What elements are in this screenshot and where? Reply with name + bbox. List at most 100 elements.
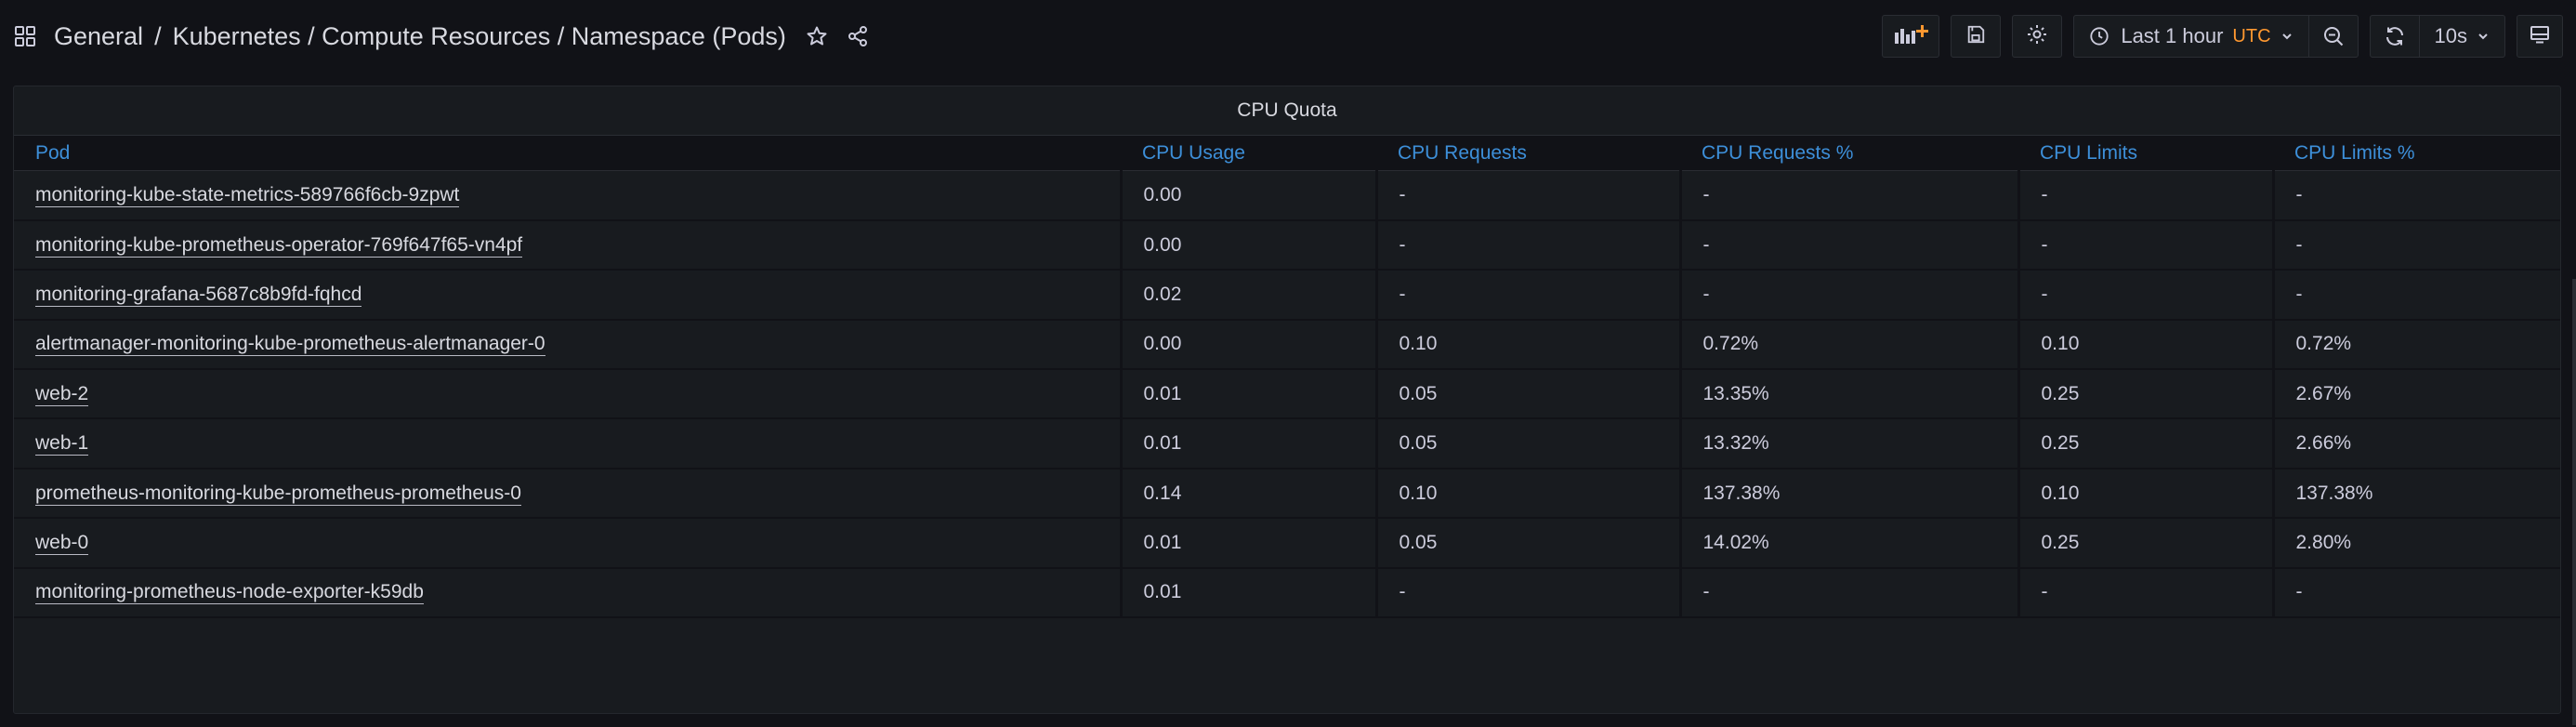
pod-cell: monitoring-grafana-5687c8b9fd-fqhcd — [14, 270, 1121, 321]
scrollbar[interactable] — [2572, 279, 2576, 725]
value-cell: - — [2271, 219, 2560, 271]
value-cell: - — [1374, 219, 1680, 271]
star-icon[interactable] — [801, 20, 833, 52]
column-header-cpu-limits[interactable]: CPU Limits — [2018, 135, 2273, 171]
value-cell: 0.25 — [2017, 369, 2273, 420]
time-range-label: Last 1 hour — [2121, 24, 2224, 47]
chevron-down-icon — [2280, 30, 2293, 43]
value-cell: 2.66% — [2271, 418, 2560, 469]
refresh-button[interactable] — [2371, 16, 2419, 57]
value-cell: - — [2017, 270, 2273, 321]
save-dashboard-button[interactable] — [1951, 15, 2002, 58]
table-row: monitoring-prometheus-node-exporter-k59d… — [14, 567, 2560, 619]
value-cell: 0.02 — [1119, 270, 1376, 321]
dashboard-settings-button[interactable] — [2012, 15, 2063, 58]
pod-link[interactable]: monitoring-kube-prometheus-operator-769f… — [35, 233, 523, 258]
zoom-out-icon — [2322, 25, 2345, 47]
refresh-interval-picker[interactable]: 10s — [2418, 16, 2504, 57]
table-row: prometheus-monitoring-kube-prometheus-pr… — [14, 468, 2560, 520]
value-cell: 2.80% — [2271, 518, 2560, 569]
table-row: web-2 0.01 0.05 13.35% 0.25 2.67% — [14, 369, 2560, 420]
tv-mode-icon — [2529, 23, 2551, 50]
value-cell: 137.38% — [1678, 468, 2018, 520]
pod-link[interactable]: prometheus-monitoring-kube-prometheus-pr… — [35, 482, 521, 506]
value-cell: - — [1678, 270, 2018, 321]
value-cell: 0.10 — [1374, 468, 1680, 520]
value-cell: 0.72% — [1678, 319, 2018, 371]
zoom-out-button[interactable] — [2307, 16, 2358, 57]
value-cell: - — [2017, 567, 2273, 619]
value-cell: 0.10 — [2017, 319, 2273, 371]
pod-cell: alertmanager-monitoring-kube-prometheus-… — [14, 319, 1121, 371]
value-cell: 0.72% — [2271, 319, 2560, 371]
table-row: web-0 0.01 0.05 14.02% 0.25 2.80% — [14, 518, 2560, 569]
column-header-cpu-requests[interactable]: CPU Requests % — [1680, 135, 2018, 171]
column-header-cpu-requests[interactable]: CPU Requests — [1376, 135, 1680, 171]
pod-link[interactable]: monitoring-grafana-5687c8b9fd-fqhcd — [35, 283, 362, 307]
pod-link[interactable]: web-2 — [35, 382, 89, 406]
pod-cell: monitoring-kube-state-metrics-589766f6cb… — [14, 170, 1121, 221]
pod-link[interactable]: monitoring-kube-state-metrics-589766f6cb… — [35, 183, 460, 207]
value-cell: 0.01 — [1119, 567, 1376, 619]
value-cell: 0.01 — [1119, 518, 1376, 569]
table-row: monitoring-grafana-5687c8b9fd-fqhcd 0.02-… — [14, 270, 2560, 321]
panel-title[interactable]: CPU Quota — [14, 86, 2560, 135]
value-cell: 14.02% — [1678, 518, 2018, 569]
time-range-picker[interactable]: Last 1 hour UTC — [2074, 16, 2307, 57]
table-row: alertmanager-monitoring-kube-prometheus-… — [14, 319, 2560, 371]
value-cell: 0.05 — [1374, 518, 1680, 569]
pod-link[interactable]: web-1 — [35, 432, 89, 456]
table-row: monitoring-kube-prometheus-operator-769f… — [14, 219, 2560, 271]
dashboard-navbar: General / Kubernetes / Compute Resources… — [0, 0, 2576, 73]
pod-cell: monitoring-prometheus-node-exporter-k59d… — [14, 567, 1121, 619]
value-cell: - — [2271, 567, 2560, 619]
value-cell: 0.10 — [2017, 468, 2273, 520]
value-cell: - — [1374, 567, 1680, 619]
pod-cell: web-0 — [14, 518, 1121, 569]
table-header-row: Pod CPU Usage CPU Requests CPU Requests % CP… — [14, 135, 2560, 171]
time-controls: Last 1 hour UTC — [2073, 15, 2359, 58]
pod-cell: web-1 — [14, 418, 1121, 469]
value-cell: 0.14 — [1119, 468, 1376, 520]
value-cell: - — [2271, 270, 2560, 321]
navbar-right: Last 1 hour UTC 10s — [1871, 0, 2563, 73]
value-cell: - — [1678, 170, 2018, 221]
column-header-cpu-usage[interactable]: CPU Usage — [1121, 135, 1376, 171]
pod-link[interactable]: monitoring-prometheus-node-exporter-k59d… — [35, 581, 424, 605]
value-cell: 0.00 — [1119, 219, 1376, 271]
pod-link[interactable]: web-0 — [35, 531, 89, 555]
column-header-cpu-limits[interactable]: CPU Limits % — [2273, 135, 2560, 171]
share-icon[interactable] — [842, 20, 874, 52]
value-cell: 0.25 — [2017, 418, 2273, 469]
value-cell: 0.00 — [1119, 319, 1376, 371]
dashboard-title[interactable]: Kubernetes / Compute Resources / Namespa… — [173, 22, 786, 51]
value-cell: - — [1374, 170, 1680, 221]
value-cell: 0.25 — [2017, 518, 2273, 569]
clock-icon — [2089, 26, 2109, 46]
pod-link[interactable]: alertmanager-monitoring-kube-prometheus-… — [35, 333, 545, 357]
column-header-pod[interactable]: Pod — [14, 135, 1121, 171]
value-cell: 2.67% — [2271, 369, 2560, 420]
breadcrumb-folder[interactable]: General — [54, 22, 143, 51]
value-cell: 137.38% — [2271, 468, 2560, 520]
gear-icon — [2026, 23, 2048, 50]
value-cell: 0.01 — [1119, 418, 1376, 469]
apps-icon[interactable] — [13, 24, 37, 48]
cpu-quota-table: Pod CPU Usage CPU Requests CPU Requests % CP… — [14, 135, 2560, 619]
breadcrumb: General / Kubernetes / Compute Resources… — [54, 22, 786, 51]
table-body: monitoring-kube-state-metrics-589766f6cb… — [14, 170, 2560, 619]
value-cell: - — [1678, 219, 2018, 271]
value-cell: 0.10 — [1374, 319, 1680, 371]
value-cell: 0.05 — [1374, 418, 1680, 469]
value-cell: 0.01 — [1119, 369, 1376, 420]
add-panel-button[interactable] — [1882, 15, 1940, 58]
value-cell: - — [1374, 270, 1680, 321]
refresh-interval-label: 10s — [2434, 24, 2467, 47]
value-cell: - — [1678, 567, 2018, 619]
value-cell: - — [2271, 170, 2560, 221]
pod-cell: prometheus-monitoring-kube-prometheus-pr… — [14, 468, 1121, 520]
value-cell: 0.00 — [1119, 170, 1376, 221]
tv-mode-button[interactable] — [2517, 15, 2563, 58]
value-cell: 13.32% — [1678, 418, 2018, 469]
value-cell: - — [2017, 219, 2273, 271]
